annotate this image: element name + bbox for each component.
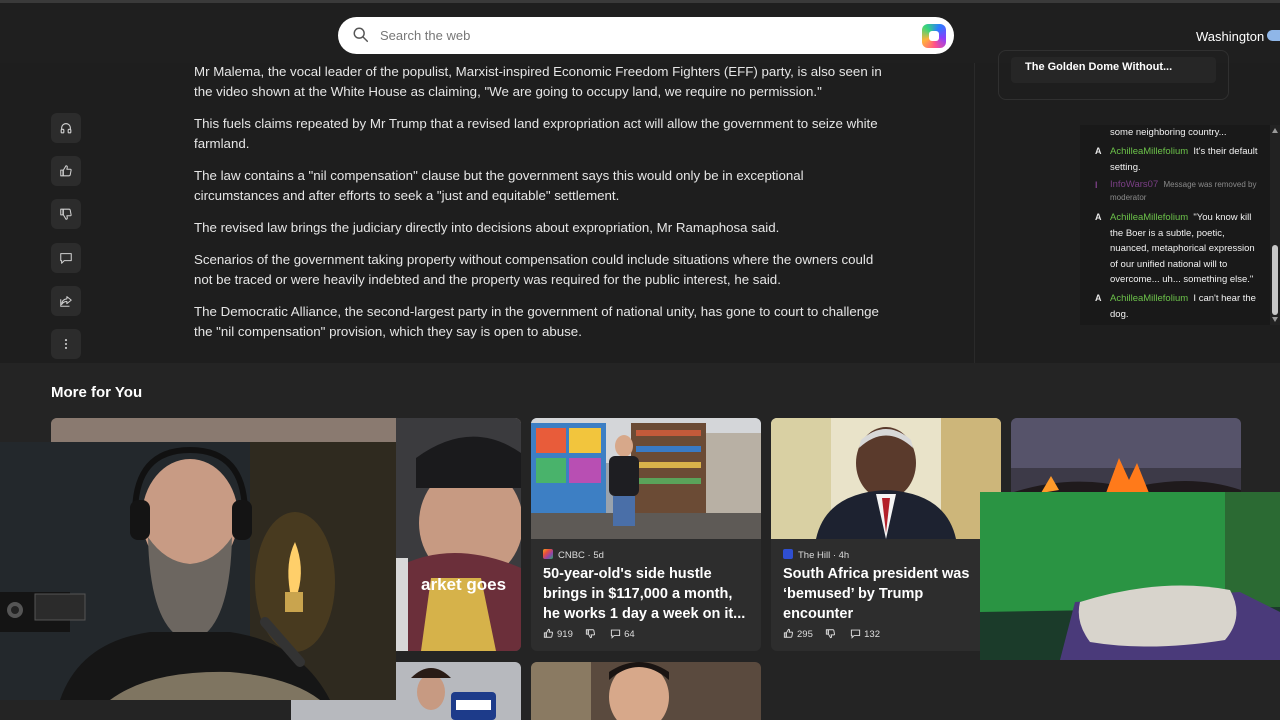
chat-username[interactable]: AchilleaMillefolium [1110,212,1188,223]
news-headline[interactable]: arket goes [421,575,506,595]
news-image [531,418,761,539]
browser-viewport: Washington Mr Malema, the vocal leader o… [0,0,1280,720]
related-card[interactable]: The Golden Dome Without... [998,50,1229,100]
search-icon [353,27,369,43]
chat-username[interactable]: AchilleaMillefolium [1110,293,1188,304]
related-card-title[interactable]: The Golden Dome Without... [1011,57,1216,83]
chat-scrollbar[interactable] [1270,125,1280,325]
more-vertical-icon [64,339,68,349]
chat-username[interactable]: AchilleaMillefolium [1110,146,1188,157]
copilot-icon[interactable] [922,24,946,48]
weather-location[interactable]: Washington [1196,29,1264,44]
chat-user-badge: A [1095,212,1102,222]
green-screen-overlay [980,492,1280,660]
scroll-thumb[interactable] [1272,245,1278,315]
chat-message: InfoWars07 Message was removed by modera… [1110,178,1260,204]
column-divider [974,63,975,363]
article-body: Mr Malema, the vocal leader of the popul… [194,62,884,354]
article-paragraph: The Democratic Alliance, the second-larg… [194,304,879,339]
webcam-feed [0,442,396,700]
the-hill-logo-icon [783,549,793,559]
thumbs-up-icon[interactable] [543,628,554,642]
news-reactions: 919 64 [543,628,635,642]
comment-icon[interactable] [610,628,621,642]
chat-message: AchilleaMillefolium I can't hear the dog… [1110,291,1260,322]
thumbs-up-icon [60,165,72,177]
news-card[interactable] [531,662,761,720]
news-source: The Hill · 4h [783,549,849,561]
streamer-webcam-overlay [0,442,396,700]
chat-message: AchilleaMillefolium It's their default s… [1110,144,1260,175]
chat-user-badge: A [1095,293,1102,303]
comment-count: 132 [864,629,880,640]
share-icon [60,296,72,307]
news-reactions: 295 132 [783,628,880,642]
dislike-button[interactable] [51,199,81,229]
listen-button[interactable] [51,113,81,143]
comment-icon [60,253,72,264]
thumbs-up-icon[interactable] [783,628,794,642]
scroll-up-icon[interactable] [1272,128,1278,133]
news-source: CNBC · 5d [543,549,604,561]
weather-cloud-icon[interactable] [1267,30,1280,41]
chat-user-badge: A [1095,146,1102,156]
chat-user-badge: I [1095,180,1098,190]
live-chat-overlay: some neighboring country... A AchilleaMi… [1080,125,1270,325]
article-paragraph: This fuels claims repeated by Mr Trump t… [194,116,878,151]
share-button[interactable] [51,286,81,316]
headphones-icon [60,123,72,134]
thumbs-down-icon[interactable] [825,628,836,642]
news-card[interactable]: The Hill · 4h South Africa president was… [771,418,1001,651]
like-count: 295 [797,629,813,640]
cnbc-logo-icon [543,549,553,559]
comment-icon[interactable] [850,628,861,642]
news-headline[interactable]: South Africa president was ‘bemused’ by … [783,564,991,624]
more-options-button[interactable] [51,329,81,359]
chat-message: some neighboring country... [1110,125,1260,141]
article-paragraph: The law contains a "nil compensation" cl… [194,168,804,203]
source-label: The Hill · 4h [798,550,850,561]
thumbs-down-icon[interactable] [585,628,596,642]
like-count: 919 [557,629,573,640]
chat-message-text: some neighboring country... [1110,127,1227,138]
comment-count: 64 [624,629,635,640]
green-screen-feed [980,492,1280,660]
scroll-down-icon[interactable] [1272,317,1278,322]
chat-username[interactable]: InfoWars07 [1110,179,1158,190]
chat-message: AchilleaMillefolium "You know kill the B… [1110,210,1260,288]
article-paragraph: Mr Malema, the vocal leader of the popul… [194,64,882,99]
news-image [531,662,761,720]
search-input[interactable] [380,25,900,45]
source-label: CNBC · 5d [558,550,604,561]
thumbs-down-icon [60,208,72,220]
like-button[interactable] [51,156,81,186]
article-paragraph: The revised law brings the judiciary dir… [194,220,780,235]
search-box[interactable] [338,17,954,54]
news-image [771,418,1001,539]
article-paragraph: Scenarios of the government taking prope… [194,252,874,287]
news-card[interactable]: CNBC · 5d 50-year-old's side hustle brin… [531,418,761,651]
section-title: More for You [51,384,143,401]
comment-button[interactable] [51,243,81,273]
news-headline[interactable]: 50-year-old's side hustle brings in $117… [543,564,751,624]
